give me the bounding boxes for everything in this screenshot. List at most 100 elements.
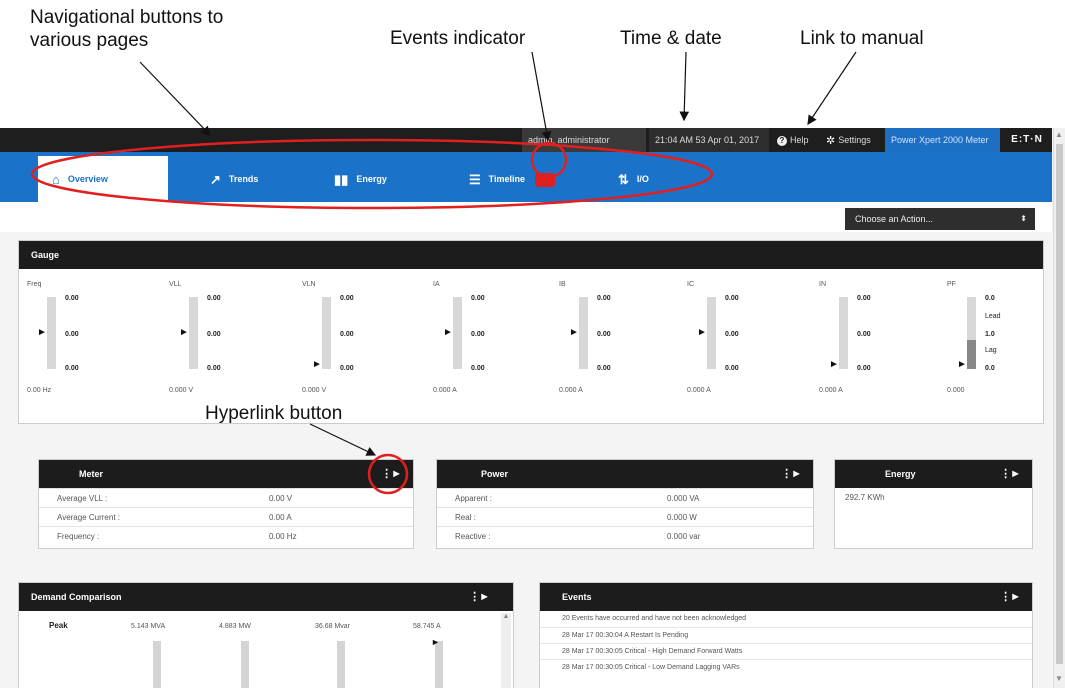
power-row-value: 0.000 W — [667, 513, 697, 522]
annotation-nav-buttons: Navigational buttons to various pages — [30, 7, 224, 51]
gauge-bar — [322, 297, 331, 369]
gauge-name: VLN — [302, 281, 316, 288]
nav-bar: ⌂ Overview ↗ Trends ▮▮ Energy ☰ Timeline ⇅ I/… — [0, 152, 1052, 202]
gauge-bottom-value: 0.00 — [471, 365, 485, 372]
gauge-reading: 0.000 A — [687, 387, 711, 394]
gauge-lead-label: Lead — [985, 313, 1001, 320]
gauge-bottom-value: 0.00 — [340, 365, 354, 372]
demand-value: 4.883 MW — [219, 623, 251, 630]
tab-overview[interactable]: ⌂ Overview — [38, 156, 168, 202]
power-hyperlink-button[interactable]: ⋮► — [781, 460, 802, 488]
gauge-bar — [453, 297, 462, 369]
annotation-hyperlink-button: Hyperlink button — [205, 403, 343, 424]
top-bar: admin, administrator 21:04 AM 53 Apr 01,… — [0, 128, 1052, 152]
gauge-ic: IC ► 0.00 0.00 0.00 0.000 A — [687, 281, 797, 401]
gauge-bar — [47, 297, 56, 369]
scroll-down-icon: ▼ — [1055, 674, 1063, 683]
events-indicator[interactable] — [535, 173, 555, 187]
power-panel: Power ⋮► Apparent : 0.000 VA Real : 0.000 … — [436, 459, 814, 549]
demand-column: 4.883 MW — [219, 623, 299, 688]
tab-io-label: I/O — [636, 174, 649, 184]
tab-trends[interactable]: ↗ Trends — [196, 156, 316, 202]
peak-label: Peak — [49, 621, 68, 630]
bar-chart-icon: ▮▮ — [334, 171, 349, 187]
power-panel-title: Power ⋮► — [437, 460, 813, 488]
annotation-events-indicator: Events indicator — [390, 28, 526, 49]
scroll-thumb[interactable] — [1056, 144, 1063, 664]
meter-panel: Meter ⋮► Average VLL : 0.00 V Average Cur… — [38, 459, 414, 549]
gauge-name: Freq — [27, 281, 42, 288]
time-callout-arrow — [679, 51, 690, 122]
tab-energy[interactable]: ▮▮ Energy — [320, 156, 440, 202]
gauge-name: PF — [947, 281, 956, 288]
settings-link[interactable]: ✲ Settings — [820, 128, 882, 152]
gear-icon: ✲ — [826, 134, 836, 147]
gauge-reading: 0.000 A — [559, 387, 583, 394]
energy-hyperlink-button[interactable]: ⋮► — [1000, 460, 1021, 488]
tab-trends-label: Trends — [228, 174, 259, 184]
gauge-top-value: 0.00 — [340, 295, 354, 302]
events-row[interactable]: 28 Mar 17 00:30:05 Critical - High Deman… — [540, 643, 1032, 659]
meter-row-label: Average VLL : — [57, 494, 108, 503]
gauge-panel-title: Gauge — [19, 241, 1043, 269]
demand-scrollbar[interactable]: ▲ — [501, 613, 511, 688]
meter-hyperlink-button[interactable]: ⋮► — [381, 460, 402, 488]
power-row-label: Real : — [455, 513, 476, 522]
tab-io[interactable]: ⇅ I/O — [604, 156, 704, 202]
meter-row: Frequency : 0.00 Hz — [39, 526, 413, 545]
gauge-bar — [189, 297, 198, 369]
gauge-mid-value: 0.00 — [65, 331, 79, 338]
gauge-top-value: 0.00 — [207, 295, 221, 302]
gauge-reading: 0.00 Hz — [27, 387, 52, 394]
meter-row-value: 0.00 Hz — [269, 532, 297, 541]
gauge-panel: Gauge Freq ► 0.00 0.00 0.00 0.00 Hz VLL ► 0.00 0.… — [18, 240, 1044, 424]
meter-row-label: Frequency : — [57, 532, 100, 541]
help-icon: ? — [777, 135, 787, 146]
gauge-pointer-icon: ► — [37, 327, 47, 338]
gauge-mid-value: 0.00 — [857, 331, 871, 338]
events-row[interactable]: 28 Mar 17 00:30:04 A Restart Is Pending — [540, 627, 1032, 643]
demand-bar — [241, 641, 249, 688]
gauge-bottom-value: 0.00 — [725, 365, 739, 372]
power-row: Reactive : 0.000 var — [437, 526, 813, 545]
gauge-mid-value: 1.0 — [985, 331, 995, 338]
gauge-mid-value: 0.00 — [597, 331, 611, 338]
nav-callout-arrow — [139, 61, 211, 136]
events-row[interactable]: 20 Events have occurred and have not bee… — [540, 611, 1032, 627]
list-icon: ☰ — [469, 171, 481, 187]
demand-panel-title: Demand Comparison ⋮► — [19, 583, 513, 611]
demand-hyperlink-button[interactable]: ⋮► — [469, 583, 490, 611]
gauge-name: IB — [559, 281, 566, 288]
energy-value: 292.7 KWh — [845, 493, 885, 502]
events-hyperlink-button[interactable]: ⋮► — [1000, 583, 1021, 611]
gauge-mid-value: 0.00 — [340, 331, 354, 338]
home-icon: ⌂ — [52, 171, 60, 187]
gauge-reading: 0.000 V — [302, 387, 327, 394]
gauge-pointer-icon: ► — [312, 359, 322, 370]
action-select[interactable]: Choose an Action... ⬍ — [845, 208, 1035, 230]
gauge-ib: IB ► 0.00 0.00 0.00 0.000 A — [559, 281, 669, 401]
help-label: Help — [790, 135, 809, 145]
demand-column: 5.143 MVA — [131, 623, 211, 688]
user-menu[interactable]: admin, administrator — [522, 128, 646, 152]
gauge-reading: 0.000 — [947, 387, 965, 394]
gauge-mid-value: 0.00 — [471, 331, 485, 338]
gauge-top-value: 0.00 — [725, 295, 739, 302]
power-row: Real : 0.000 W — [437, 507, 813, 526]
gauge-name: VLL — [169, 281, 182, 288]
help-link[interactable]: ? Help — [771, 128, 819, 152]
demand-title: Demand Comparison — [31, 592, 122, 602]
power-row-label: Apparent : — [455, 494, 492, 503]
gauge-freq: Freq ► 0.00 0.00 0.00 0.00 Hz — [27, 281, 137, 401]
gauge-bar — [579, 297, 588, 369]
gauge-vln: VLN ► 0.00 0.00 0.00 0.000 V — [302, 281, 412, 401]
events-row[interactable]: 28 Mar 17 00:30:05 Critical - Low Demand… — [540, 659, 1032, 675]
gauge-reading: 0.000 A — [819, 387, 843, 394]
events-title: Events — [562, 592, 592, 602]
meter-panel-title: Meter ⋮► — [39, 460, 413, 488]
page-scrollbar[interactable]: ▲ ▼ — [1053, 128, 1065, 688]
scroll-up-icon: ▲ — [1055, 130, 1063, 139]
gauge-reading: 0.000 A — [433, 387, 457, 394]
tab-energy-label: Energy — [356, 174, 387, 184]
events-panel-title: Events ⋮► — [540, 583, 1032, 611]
